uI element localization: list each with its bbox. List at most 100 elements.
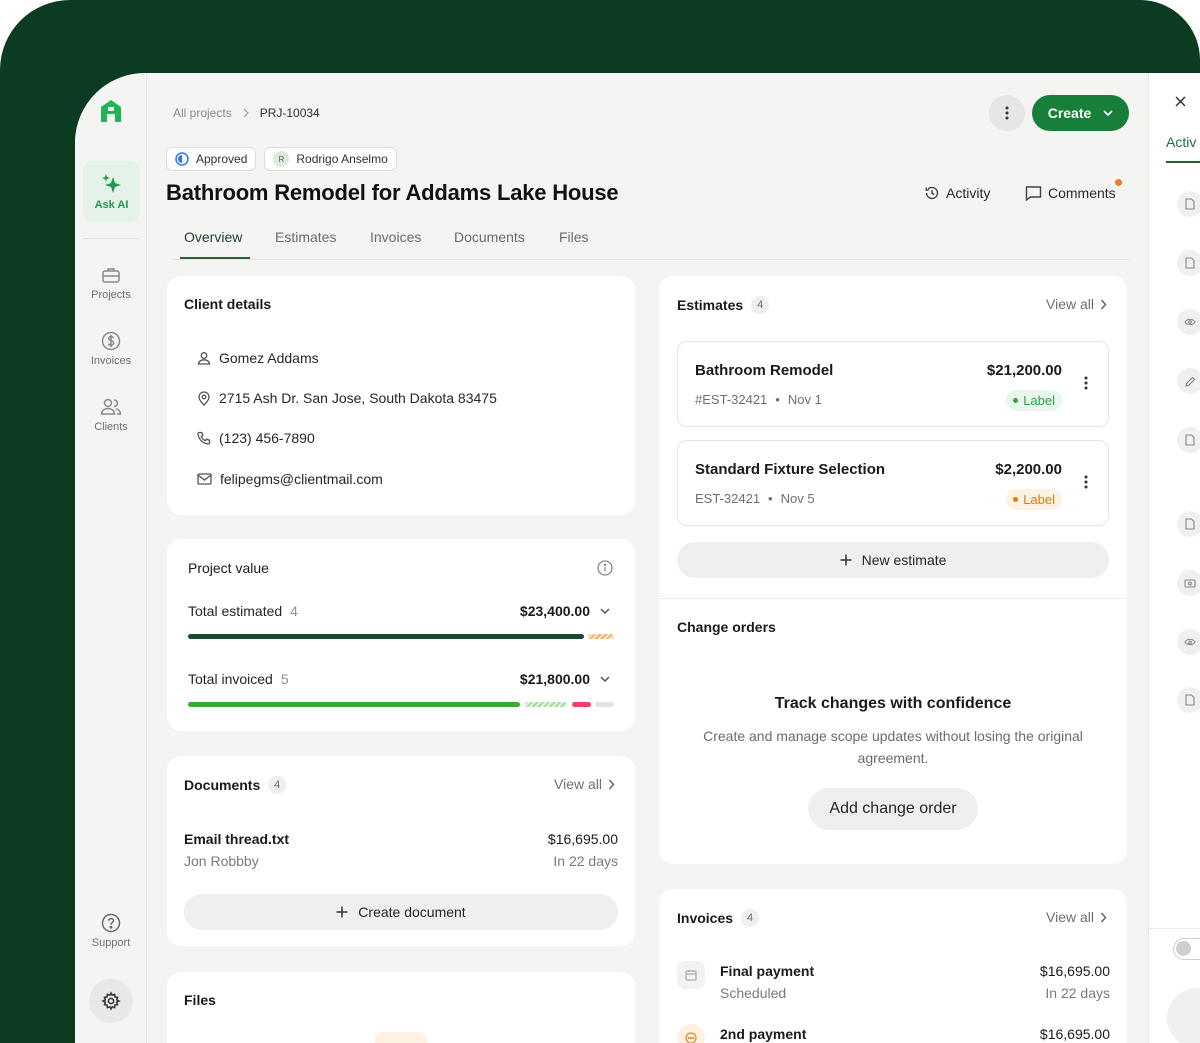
invoiced-progress-overdue (572, 702, 591, 707)
nav-item-support[interactable]: Support (75, 913, 147, 949)
invoiced-progress-remaining (595, 702, 614, 707)
document-amount: $16,695.00 (547, 831, 618, 847)
client-email[interactable]: felipegms@clientmail.com (220, 471, 383, 487)
invoice-icon-box (677, 1024, 705, 1043)
close-icon[interactable] (1175, 96, 1186, 107)
activity-button[interactable]: Activity (924, 185, 990, 201)
new-estimate-button[interactable]: New estimate (677, 542, 1109, 578)
calendar-icon (685, 970, 697, 981)
estimate-label-badge: Label (1006, 390, 1062, 411)
panel-tab-activity[interactable]: Activ (1166, 134, 1196, 150)
total-estimated-toggle[interactable]: $23,400.00 (520, 603, 610, 619)
nav-item-projects[interactable]: Projects (75, 265, 147, 301)
estimate-name: Standard Fixture Selection (695, 461, 886, 478)
tab-overview[interactable]: Overview (184, 229, 242, 245)
estimate-item[interactable]: Bathroom Remodel #EST-32421 • Nov 1 $21,… (677, 341, 1109, 427)
briefcase-icon (102, 268, 120, 283)
invoice-status: Scheduled (720, 985, 787, 1001)
tab-invoices[interactable]: Invoices (370, 229, 421, 245)
mail-icon (197, 473, 212, 485)
invoiced-progress-fill (188, 702, 520, 707)
estimate-id: EST-32421 (695, 491, 761, 506)
sparkle-icon (101, 174, 121, 193)
create-button-label: Create (1047, 105, 1092, 121)
left-nav: Ask AI Projects Invoices Clients Support (75, 73, 147, 1043)
kebab-icon (1005, 106, 1009, 120)
documents-view-all[interactable]: View all (554, 776, 615, 792)
app-logo-icon[interactable] (95, 95, 127, 127)
breadcrumb-root[interactable]: All projects (173, 106, 232, 120)
estimate-name: Bathroom Remodel (695, 362, 834, 379)
separator-dot: • (775, 392, 780, 407)
chevron-down-icon (600, 608, 610, 614)
gear-icon (101, 991, 121, 1011)
total-estimated-amount: $23,400.00 (519, 603, 590, 619)
more-options-button[interactable] (989, 95, 1025, 131)
section-divider (659, 598, 1127, 599)
nav-item-invoices[interactable]: Invoices (75, 331, 147, 367)
total-invoiced-label: Total invoiced (188, 671, 273, 687)
invoice-name[interactable]: 2nd payment (720, 1026, 806, 1042)
nav-item-label: Support (91, 937, 131, 949)
estimate-label: Label (1023, 492, 1055, 507)
add-change-order-button[interactable]: Add change order (808, 788, 978, 830)
chevron-right-icon (1100, 912, 1107, 922)
main-content: All projects PRJ-10034 Create Approved R… (147, 73, 1147, 1043)
info-icon[interactable] (597, 560, 613, 576)
tab-documents[interactable]: Documents (454, 229, 525, 245)
invoice-icon-box (677, 961, 705, 989)
page-title: Bathroom Remodel for Addams Lake House (166, 180, 619, 205)
create-document-button[interactable]: Create document (184, 894, 618, 930)
client-phone[interactable]: (123) 456-7890 (219, 430, 315, 446)
nav-divider (83, 238, 140, 239)
breadcrumb: All projects PRJ-10034 (173, 106, 320, 120)
client-name-row: Gomez Addams (197, 350, 319, 366)
active-tab-indicator (180, 257, 250, 259)
create-button[interactable]: Create (1032, 95, 1129, 131)
estimate-meta: #EST-32421 • Nov 1 (695, 392, 822, 407)
invoices-view-all[interactable]: View all (1046, 909, 1107, 925)
comments-button[interactable]: Comments (1025, 185, 1116, 201)
app-window: Ask AI Projects Invoices Clients Support… (75, 73, 1200, 1043)
count-badge: 4 (268, 776, 287, 794)
client-email-row: felipegms@clientmail.com (197, 471, 383, 487)
ask-ai-button[interactable]: Ask AI (83, 161, 140, 222)
invoiced-progress-pending (525, 702, 567, 707)
chevron-right-icon (1100, 299, 1107, 309)
total-invoiced-toggle[interactable]: $21,800.00 (520, 671, 610, 687)
dollar-icon (101, 331, 121, 351)
status-badge[interactable]: Approved (166, 147, 257, 171)
panel-input[interactable] (1167, 988, 1200, 1043)
assignee-badge[interactable]: R Rodrigo Anselmo (264, 147, 397, 171)
document-name[interactable]: Email thread.txt (184, 831, 289, 847)
document-due: In 22 days (553, 853, 618, 869)
kebab-icon[interactable] (1084, 475, 1088, 489)
document-icon (1177, 250, 1200, 276)
total-invoiced-count: 5 (280, 671, 289, 687)
invoices-title: Invoices 4 (677, 909, 760, 927)
nav-item-clients[interactable]: Clients (75, 397, 147, 433)
estimate-item[interactable]: Standard Fixture Selection EST-32421 • N… (677, 440, 1109, 526)
comments-label: Comments (1048, 185, 1116, 201)
chevron-right-icon (608, 779, 615, 789)
invoice-name[interactable]: Final payment (720, 963, 814, 979)
total-estimated-row: Total estimated 4 (188, 603, 298, 619)
settings-button[interactable] (89, 979, 133, 1023)
tab-files[interactable]: Files (559, 229, 589, 245)
count-badge: 4 (741, 909, 760, 927)
tab-estimates[interactable]: Estimates (275, 229, 336, 245)
history-icon (925, 186, 939, 200)
panel-toggle[interactable] (1173, 938, 1200, 960)
panel-divider (1149, 928, 1200, 929)
project-value-card: Project value Total estimated 4 $23,400.… (167, 539, 635, 731)
change-orders-description: Create and manage scope updates without … (703, 728, 1083, 766)
help-circle-icon (101, 913, 121, 933)
kebab-icon[interactable] (1084, 376, 1088, 390)
client-phone-row: (123) 456-7890 (197, 430, 315, 446)
document-icon (1177, 427, 1200, 453)
invoices-title-label: Invoices (677, 910, 734, 926)
estimates-view-all[interactable]: View all (1046, 296, 1107, 312)
status-half-circle-icon (175, 152, 189, 166)
label-dot (1013, 398, 1019, 403)
project-meta-pills: Approved R Rodrigo Anselmo (166, 147, 397, 171)
